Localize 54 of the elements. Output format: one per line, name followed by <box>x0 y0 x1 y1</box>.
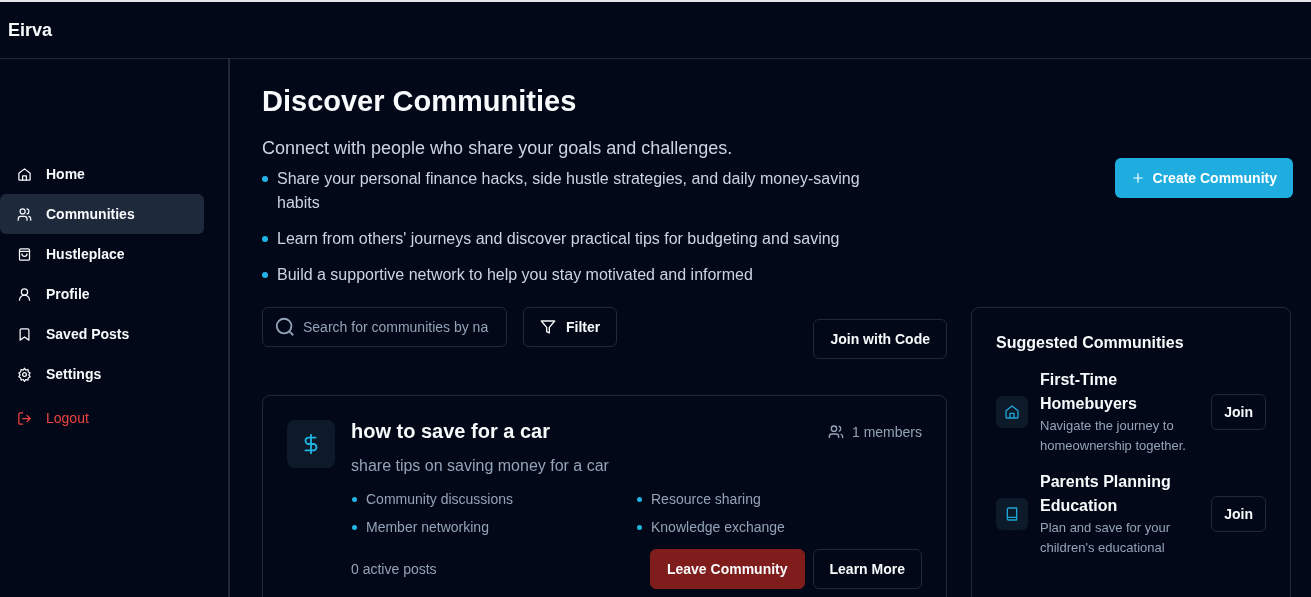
feature-text: Member networking <box>366 519 489 535</box>
bookmark-icon <box>17 326 32 342</box>
plus-icon <box>1130 171 1145 185</box>
bullet-text: Share your personal finance hacks, side hustle strategies, and daily money-saving habits <box>277 169 861 213</box>
app-name: Eirva <box>8 19 53 41</box>
home-icon <box>17 166 32 182</box>
community-name: Parents Planning Education <box>1040 472 1172 516</box>
active-posts-count: 0 active posts <box>351 561 437 577</box>
feature-text: Knowledge exchange <box>651 519 785 535</box>
bullet-dot-icon <box>637 525 642 530</box>
member-count: 1 members <box>851 423 922 440</box>
dollar-icon <box>287 420 335 468</box>
logout-icon <box>17 410 32 426</box>
user-icon <box>17 286 32 302</box>
learn-more-button[interactable]: Learn More <box>812 549 922 589</box>
sidebar-item[interactable]: Logout <box>0 398 204 438</box>
bullet-dot-icon <box>262 272 268 278</box>
filter-icon <box>540 319 556 335</box>
join-with-code-button[interactable]: Join with Code <box>813 319 947 359</box>
bag-icon <box>17 246 32 262</box>
book-icon <box>996 498 1028 530</box>
house-icon <box>996 396 1028 428</box>
community-name: First-Time Homebuyers <box>1040 370 1138 414</box>
bullet-dot-icon <box>352 525 357 530</box>
search-icon <box>274 316 296 338</box>
sidebar-item[interactable]: Communities <box>0 194 204 234</box>
bullet-text: Build a supportive network to help you stay motivated and informed <box>277 265 753 285</box>
community-description: Navigate the journey to homeownership together. <box>1040 417 1187 455</box>
users-icon <box>17 206 32 222</box>
page-subtitle: Connect with people who share your goals and challenges. <box>262 138 734 159</box>
bullet-dot-icon <box>262 236 268 242</box>
leave-community-button[interactable]: Leave Community <box>649 549 805 589</box>
bullet-dot-icon <box>637 497 642 502</box>
community-description: Plan and save for your children's educational <box>1040 519 1172 557</box>
sidebar-item[interactable]: Home <box>0 154 204 194</box>
page-title: Discover Communities <box>262 85 578 118</box>
join-button[interactable]: Join <box>1211 394 1266 430</box>
users-icon <box>827 423 844 440</box>
join-button[interactable]: Join <box>1211 496 1266 532</box>
community-description: share tips on saving money for a car <box>351 457 610 475</box>
feature-text: Community discussions <box>366 491 514 507</box>
sidebar-item[interactable]: Profile <box>0 274 204 314</box>
community-name: how to save for a car <box>351 420 550 443</box>
bullet-dot-icon <box>262 176 268 182</box>
bullet-dot-icon <box>352 497 357 502</box>
sidebar-item[interactable]: Settings <box>0 354 204 394</box>
sidebar-item[interactable]: Saved Posts <box>0 314 204 354</box>
settings-icon <box>17 366 32 382</box>
sidebar-item[interactable]: Hustleplace <box>0 234 204 274</box>
filter-button[interactable]: Filter <box>523 307 618 347</box>
feature-text: Resource sharing <box>651 491 761 507</box>
bullet-text: Learn from others' journeys and discover practical tips for budgeting and saving <box>277 229 840 249</box>
search-field[interactable]: Search for communities by na <box>262 307 507 347</box>
panel-title: Suggested Communities <box>996 334 1185 352</box>
